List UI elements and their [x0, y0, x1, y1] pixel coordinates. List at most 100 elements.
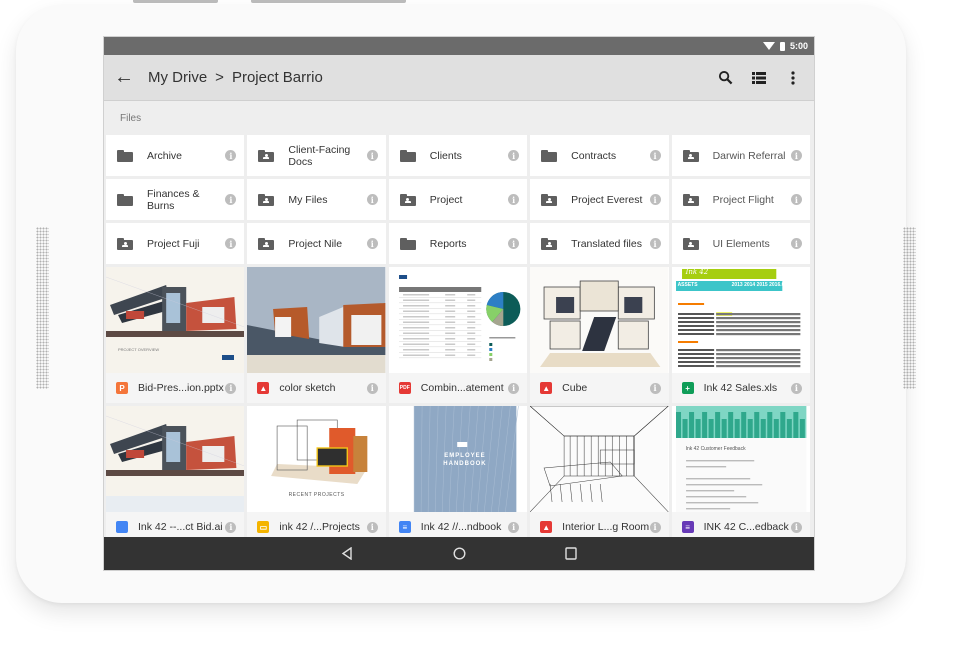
file-name: Ink 42 Sales.xls [703, 382, 778, 394]
folder-icon [117, 193, 133, 206]
status-time: 5:00 [789, 41, 808, 51]
search-icon[interactable] [708, 70, 742, 85]
info-icon[interactable]: i [508, 521, 520, 533]
more-vert-icon[interactable] [776, 70, 810, 85]
folder-name: Darwin Referral [712, 149, 786, 162]
file-grid: PROJECT OVERVIEW P Bid-Pres...ion.pptx i ▲ c… [104, 267, 814, 542]
folder-body [541, 151, 558, 162]
info-icon[interactable]: i [225, 382, 237, 394]
info-icon[interactable]: i [790, 382, 802, 394]
file-tile[interactable]: EMPLOYEE HANDBOOK ≡ Ink 42 //...ndbook i [388, 406, 528, 542]
file-tile[interactable]: RECENT PROJECTS ▭ ink 42 /...Projects i [247, 406, 386, 542]
shared-folder-icon [399, 193, 416, 206]
folder-tile[interactable]: Darwin Referral i [671, 135, 810, 176]
sheet-brand: Ink 42 [685, 268, 709, 276]
info-icon[interactable]: i [649, 194, 661, 205]
file-tile[interactable]: ▲ Interior L...g Room i [530, 406, 669, 542]
recents-nav-icon[interactable] [515, 547, 627, 560]
folder-tile[interactable]: Project Nile i [247, 223, 386, 264]
folder-name: Project Nile [288, 237, 343, 250]
device-mockup: 5:00 ← My Drive > Project Barrio Files A… [0, 0, 960, 649]
file-meta: P Bid-Pres...ion.pptx i [106, 373, 244, 403]
wifi-icon [762, 42, 775, 50]
folder-tile[interactable]: Finances & Burns i [106, 179, 245, 220]
info-icon[interactable]: i [225, 238, 237, 249]
speaker-grille-right [903, 227, 916, 389]
file-tile[interactable]: PROJECT OVERVIEW P Bid-Pres...ion.pptx i [106, 267, 245, 403]
back-nav-icon[interactable] [291, 547, 403, 560]
info-icon[interactable]: i [366, 194, 378, 205]
info-icon[interactable]: i [366, 238, 378, 249]
folder-body [117, 195, 133, 206]
folder-tile[interactable]: Contracts i [530, 135, 669, 176]
file-name: Cube [562, 382, 588, 394]
hardware-button [133, 0, 218, 3]
file-thumbnail[interactable]: RECENT PROJECTS [247, 406, 386, 512]
info-icon[interactable]: i [225, 194, 237, 205]
file-thumbnail[interactable]: Ink 42 ASSETS 2013 2014 2015 2016.0 [671, 267, 810, 373]
info-icon[interactable]: i [508, 194, 520, 205]
list-view-icon[interactable] [742, 71, 776, 84]
folder-tile[interactable]: Archive i [106, 135, 245, 176]
person-body [263, 157, 270, 159]
file-tile[interactable]: PDF Combin...atement i [388, 267, 528, 403]
info-icon[interactable]: i [366, 521, 378, 533]
folder-tile[interactable]: Client-Facing Docs i [247, 135, 386, 176]
info-icon[interactable]: i [790, 150, 802, 161]
info-icon[interactable]: i [508, 382, 520, 394]
info-icon[interactable]: i [366, 382, 378, 394]
file-thumbnail[interactable] [388, 267, 528, 373]
info-icon[interactable]: i [790, 194, 802, 205]
file-thumbnail[interactable] [530, 267, 669, 373]
info-icon[interactable]: i [225, 521, 237, 533]
folder-tile[interactable]: Project i [388, 179, 528, 220]
file-thumbnail[interactable]: EMPLOYEE HANDBOOK [388, 406, 528, 512]
breadcrumb-separator: > [215, 69, 224, 86]
back-arrow-icon[interactable]: ← [114, 66, 148, 89]
folder-icon [117, 149, 133, 162]
folder-name: UI Elements [712, 237, 770, 250]
file-meta: PDF Combin...atement i [389, 373, 527, 403]
folder-tile[interactable]: Project Everest i [530, 179, 669, 220]
person-glyph [687, 153, 694, 160]
folder-tile[interactable]: Project Fuji i [106, 223, 245, 264]
file-thumbnail[interactable] [530, 406, 669, 512]
app-bar: ← My Drive > Project Barrio [104, 55, 814, 101]
file-tile[interactable]: Ink 42 --...ct Bid.ai i [106, 406, 245, 542]
info-icon[interactable]: i [508, 150, 520, 161]
file-thumbnail[interactable] [247, 267, 386, 373]
info-icon[interactable]: i [225, 150, 237, 161]
folder-tile[interactable]: Clients i [388, 135, 528, 176]
info-icon[interactable]: i [790, 238, 802, 249]
breadcrumb-my-drive[interactable]: My Drive [148, 69, 207, 86]
feedback-form-title: Ink 42 Customer Feedback [685, 446, 746, 452]
person-glyph [263, 197, 270, 204]
folder-tile[interactable]: Reports i [388, 223, 528, 264]
file-tile[interactable]: Ink 42 ASSETS 2013 2014 2015 2016.0 + Ink 42… [671, 267, 810, 403]
file-thumbnail[interactable]: PROJECT OVERVIEW [106, 267, 245, 373]
info-icon[interactable]: i [366, 150, 378, 161]
folder-tile[interactable]: Project Flight i [671, 179, 810, 220]
file-thumbnail[interactable] [106, 406, 245, 512]
file-thumbnail[interactable]: Ink 42 Customer Feedback [671, 406, 810, 512]
info-icon[interactable]: i [649, 521, 661, 533]
file-name: INK 42 C...edback [703, 521, 789, 533]
folder-tile[interactable]: UI Elements i [671, 223, 810, 264]
file-tile[interactable]: ▲ Cube i [530, 267, 669, 403]
folder-tile[interactable]: Translated files i [530, 223, 669, 264]
info-icon[interactable]: i [790, 521, 802, 533]
shared-folder-icon [682, 193, 699, 206]
folder-tile[interactable]: My Files i [247, 179, 386, 220]
person-body [687, 201, 694, 203]
file-tile[interactable]: Ink 42 Customer Feedback ≡ INK 42 C...edba… [671, 406, 810, 542]
info-icon[interactable]: i [649, 382, 661, 394]
info-icon[interactable]: i [649, 238, 661, 249]
info-icon[interactable]: i [508, 238, 520, 249]
home-nav-icon[interactable] [403, 547, 515, 560]
brand-logo [222, 355, 235, 360]
folder-name: Project Everest [571, 193, 643, 206]
shared-folder-icon [682, 149, 699, 162]
info-icon[interactable]: i [649, 150, 661, 161]
file-tile[interactable]: ▲ color sketch i [247, 267, 386, 403]
doc-generic-file-icon [116, 521, 128, 533]
